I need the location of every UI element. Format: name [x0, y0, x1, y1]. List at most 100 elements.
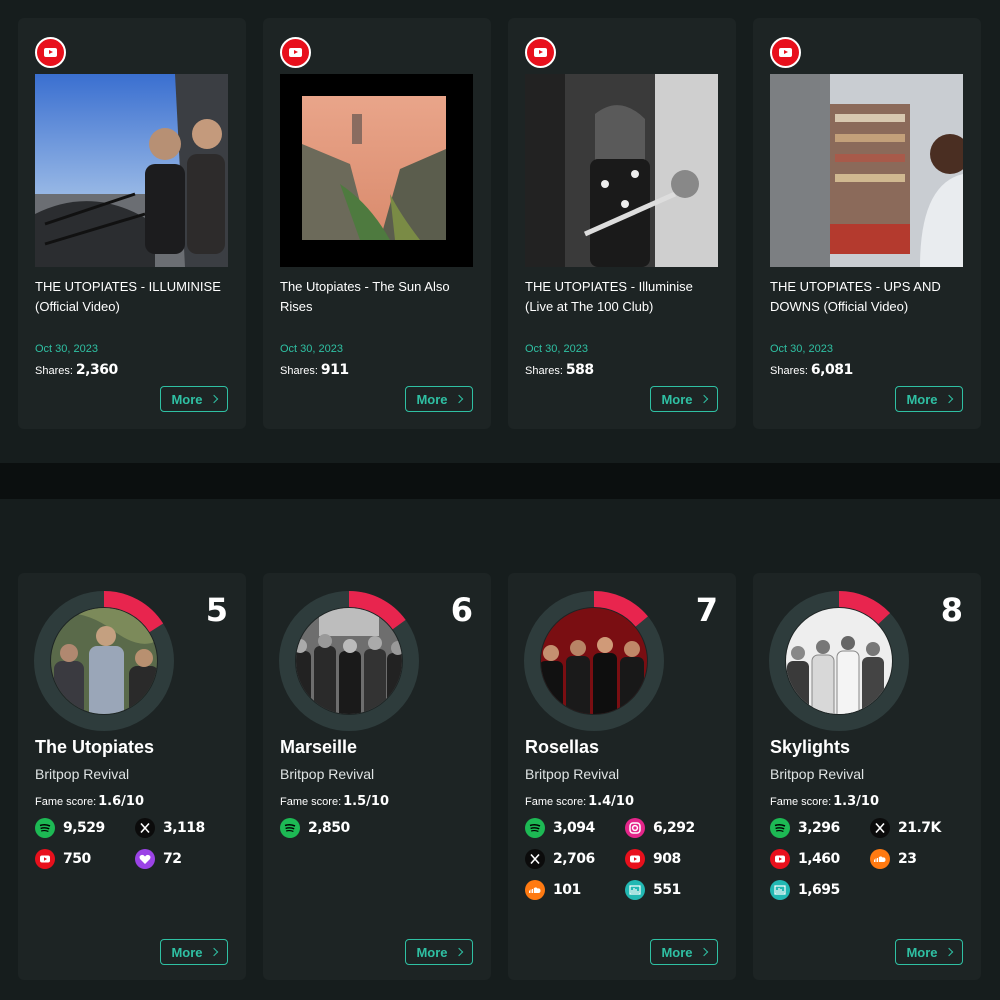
- artists-section: 5 The Utopiates Britpop Revival Fame sco…: [0, 499, 1000, 1000]
- fame-score: Fame score: 1.4/10: [525, 794, 634, 809]
- video-card[interactable]: THE UTOPIATES - ILLUMINISE (Official Vid…: [18, 18, 246, 429]
- chevron-right-icon: [699, 394, 708, 404]
- artist-name[interactable]: Marseille: [280, 737, 357, 758]
- stat-deezer: 551: [625, 879, 725, 900]
- stat-value: 3,296: [798, 819, 840, 836]
- soundcloud-icon: [525, 879, 545, 900]
- deezer-icon: [770, 879, 790, 900]
- platform-stats: 9,529 3,118 750 72: [35, 817, 235, 869]
- more-button[interactable]: More: [160, 386, 228, 412]
- stat-spotify: 3,296: [770, 817, 870, 838]
- video-shares: Shares: 6,081: [770, 362, 853, 378]
- more-button[interactable]: More: [895, 386, 963, 412]
- artist-name[interactable]: Rosellas: [525, 737, 599, 758]
- video-date: Oct 30, 2023: [770, 343, 833, 355]
- videos-section: THE UTOPIATES - ILLUMINISE (Official Vid…: [0, 0, 1000, 463]
- youtube-icon: [625, 848, 645, 869]
- heart-icon: [135, 848, 155, 869]
- video-thumbnail[interactable]: [280, 74, 473, 267]
- stat-value: 101: [553, 881, 581, 898]
- video-title[interactable]: The Utopiates - The Sun Also Rises: [280, 277, 476, 317]
- fame-label: Fame score:: [35, 796, 97, 808]
- more-button[interactable]: More: [405, 386, 473, 412]
- platform-stats: 3,296 21.7K 1,460 23 1,695: [770, 817, 970, 900]
- chevron-right-icon: [944, 394, 953, 404]
- stat-value: 21.7K: [898, 819, 941, 836]
- stat-youtube: 908: [625, 848, 725, 869]
- fame-score: Fame score: 1.6/10: [35, 794, 144, 809]
- youtube-icon: [280, 37, 311, 68]
- deezer-icon: [625, 879, 645, 900]
- stat-youtube: 1,460: [770, 848, 870, 869]
- shares-count: 6,081: [810, 362, 853, 378]
- more-button[interactable]: More: [895, 939, 963, 965]
- more-label: More: [416, 944, 448, 960]
- stat-spotify: 3,094: [525, 817, 625, 838]
- fame-value: 1.4/10: [588, 794, 635, 809]
- more-button[interactable]: More: [650, 386, 718, 412]
- chevron-right-icon: [209, 394, 218, 404]
- platform-stats: 2,850: [280, 817, 480, 838]
- more-label: More: [661, 944, 693, 960]
- fame-label: Fame score:: [770, 796, 832, 808]
- chevron-right-icon: [454, 947, 463, 957]
- video-thumbnail[interactable]: [525, 74, 718, 267]
- video-title[interactable]: THE UTOPIATES - Illuminise (Live at The …: [525, 277, 721, 317]
- more-button[interactable]: More: [650, 939, 718, 965]
- stat-soundcloud: 101: [525, 879, 625, 900]
- stat-spotify: 2,850: [280, 817, 380, 838]
- more-label: More: [661, 391, 693, 407]
- artist-name[interactable]: The Utopiates: [35, 737, 154, 758]
- youtube-icon: [35, 37, 66, 68]
- stat-value: 3,094: [553, 819, 595, 836]
- x-icon: [525, 848, 545, 869]
- video-title[interactable]: THE UTOPIATES - ILLUMINISE (Official Vid…: [35, 277, 231, 317]
- section-divider: [0, 463, 1000, 499]
- shares-count: 911: [320, 362, 349, 378]
- spotify-icon: [280, 817, 300, 838]
- youtube-icon: [525, 37, 556, 68]
- x-icon: [135, 817, 155, 838]
- artist-genre: Britpop Revival: [770, 766, 865, 782]
- fame-score-ring: [279, 591, 419, 731]
- video-title[interactable]: THE UTOPIATES - UPS AND DOWNS (Official …: [770, 277, 966, 317]
- artist-card[interactable]: 6 Marseille Britpop Revival Fame score: 1…: [263, 573, 491, 980]
- video-thumbnail[interactable]: [35, 74, 228, 267]
- stat-value: 3,118: [163, 819, 205, 836]
- video-thumbnail[interactable]: [770, 74, 963, 267]
- soundcloud-icon: [870, 848, 890, 869]
- shares-label: Shares:: [770, 365, 808, 377]
- stat-x: 2,706: [525, 848, 625, 869]
- video-card[interactable]: THE UTOPIATES - UPS AND DOWNS (Official …: [753, 18, 981, 429]
- spotify-icon: [525, 817, 545, 838]
- video-shares: Shares: 2,360: [35, 362, 118, 378]
- youtube-icon: [770, 37, 801, 68]
- stat-x: 3,118: [135, 817, 235, 838]
- rank-number: 5: [205, 591, 228, 629]
- more-label: More: [906, 391, 938, 407]
- shares-count: 588: [565, 362, 594, 378]
- fame-score-ring: [524, 591, 664, 731]
- shares-label: Shares:: [280, 365, 318, 377]
- more-button[interactable]: More: [405, 939, 473, 965]
- stat-deezer: 1,695: [770, 879, 870, 900]
- video-card[interactable]: The Utopiates - The Sun Also Rises Oct 3…: [263, 18, 491, 429]
- artist-name[interactable]: Skylights: [770, 737, 850, 758]
- fame-score: Fame score: 1.3/10: [770, 794, 879, 809]
- video-shares: Shares: 588: [525, 362, 594, 378]
- chevron-right-icon: [209, 947, 218, 957]
- stat-value: 2,706: [553, 850, 595, 867]
- stat-value: 750: [63, 850, 91, 867]
- artist-card[interactable]: 5 The Utopiates Britpop Revival Fame sco…: [18, 573, 246, 980]
- stat-instagram: 6,292: [625, 817, 725, 838]
- artist-card[interactable]: 8 Skylights Britpop Revival Fame score: 1…: [753, 573, 981, 980]
- stat-value: 9,529: [63, 819, 105, 836]
- x-icon: [870, 817, 890, 838]
- artist-card[interactable]: 7 Rosellas Britpop Revival Fame score: 1.…: [508, 573, 736, 980]
- video-card[interactable]: THE UTOPIATES - Illuminise (Live at The …: [508, 18, 736, 429]
- instagram-icon: [625, 817, 645, 838]
- more-button[interactable]: More: [160, 939, 228, 965]
- more-label: More: [416, 391, 448, 407]
- stat-value: 2,850: [308, 819, 350, 836]
- video-date: Oct 30, 2023: [280, 343, 343, 355]
